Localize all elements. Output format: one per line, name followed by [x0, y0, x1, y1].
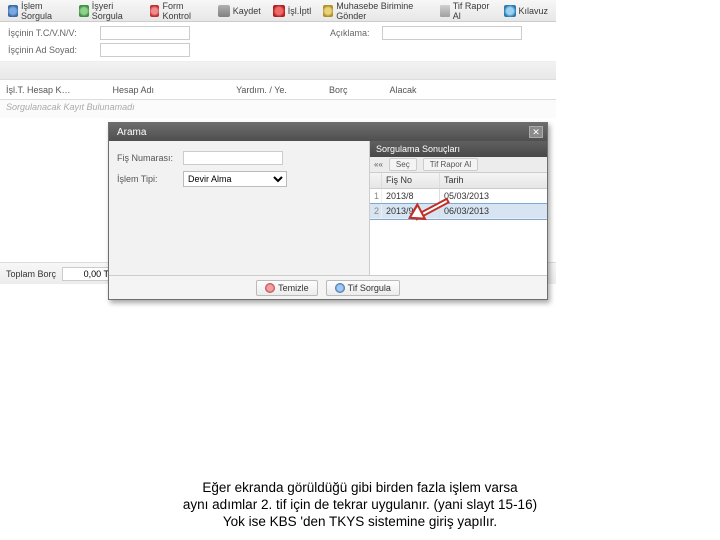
results-row[interactable]: 2 2013/9 06/03/2013: [370, 204, 547, 219]
grid-empty-hint: Sorgulanacak Kayıt Bulunamadı: [0, 100, 556, 118]
cell-tarih: 06/03/2013: [440, 204, 547, 218]
tckn-label: İşçinin T.C/V.N/V:: [8, 28, 96, 38]
results-rows: 1 2013/8 05/03/2013 2 2013/9 06/03/2013: [370, 189, 547, 275]
results-grid-header: Fiş No Tarih: [370, 173, 547, 189]
cell-tarih: 05/03/2013: [440, 189, 547, 203]
help-icon: [504, 5, 516, 17]
islem-label: İşlem Tipi:: [117, 174, 179, 184]
cancel-icon: [273, 5, 285, 17]
save-icon: [218, 5, 230, 17]
toolbar-iptal[interactable]: İşl.İptl: [267, 3, 318, 19]
aciklama-input[interactable]: [382, 26, 522, 40]
totals-label: Toplam Borç: [6, 269, 56, 279]
send-icon: [323, 5, 333, 17]
grid-col: Hesap Adı: [113, 85, 155, 95]
toolbar-label: Muhasebe Birimine Gönder: [336, 1, 427, 21]
toolbar: İşlem Sorgula İşyeri Sorgula Form Kontro…: [0, 0, 556, 22]
toolbar-label: Form Kontrol: [162, 1, 205, 21]
grid-header: İşl.T. Hesap K… Hesap Adı Yardım. / Ye. …: [0, 80, 556, 100]
building-icon: [79, 5, 89, 17]
toolbar-label: Kaydet: [233, 6, 261, 16]
dialog-titlebar: Arama ✕: [109, 123, 547, 141]
query-button[interactable]: Tif Sorgula: [326, 280, 400, 296]
toolbar-help[interactable]: Kılavuz: [498, 3, 555, 19]
toolbar-label: İşlem Sorgula: [21, 1, 67, 21]
totals-value: [62, 267, 112, 281]
grid-col: İşl.T. Hesap K…: [6, 85, 71, 95]
grid-col: Alacak: [389, 85, 416, 95]
grid-col: Yardım. / Ye.: [236, 85, 287, 95]
app-window: İşlem Sorgula İşyeri Sorgula Form Kontro…: [0, 0, 556, 330]
cell-fis: 2013/9: [382, 204, 440, 218]
fis-label: Fiş Numarası:: [117, 153, 179, 163]
results-panel: Sorgulama Sonuçları «« Seç Tif Rapor Al …: [369, 141, 547, 275]
toolbar-kbs[interactable]: Muhasebe Birimine Gönder: [317, 0, 433, 23]
form-strip: İşçinin T.C/V.N/V: İşçinin Ad Soyad: Açı…: [0, 22, 556, 62]
fis-input[interactable]: [183, 151, 283, 165]
aciklama-label: Açıklama:: [330, 28, 378, 38]
grid-col: Borç: [329, 85, 348, 95]
form-icon: [150, 5, 160, 17]
results-col-tarih: Tarih: [440, 173, 547, 188]
results-col-fisno: Fiş No: [382, 173, 440, 188]
toolbar-islem-sorgula[interactable]: İşlem Sorgula: [2, 0, 73, 23]
islem-select[interactable]: Devir Alma: [183, 171, 287, 187]
results-report-button[interactable]: Tif Rapor Al: [423, 158, 479, 171]
search-icon: [335, 283, 345, 293]
slide-caption: Eğer ekranda görüldüğü gibi birden fazla…: [0, 480, 720, 531]
clear-icon: [265, 283, 275, 293]
search-icon: [8, 5, 18, 17]
toolbar-label: İşl.İptl: [288, 6, 312, 16]
report-icon: [440, 5, 450, 17]
results-row[interactable]: 1 2013/8 05/03/2013: [370, 189, 547, 204]
cell-fis: 2013/8: [382, 189, 440, 203]
adsoyad-label: İşçinin Ad Soyad:: [8, 45, 96, 55]
toolbar-kaydet[interactable]: Kaydet: [212, 3, 267, 19]
dialog-title-text: Arama: [117, 127, 146, 138]
toolbar-label: İşyeri Sorgula: [92, 1, 138, 21]
toolbar-form-kontrol[interactable]: Form Kontrol: [144, 0, 212, 23]
tckn-input[interactable]: [100, 26, 190, 40]
results-title: Sorgulama Sonuçları: [370, 141, 547, 157]
caption-line: aynı adımlar 2. tif için de tekrar uygul…: [0, 497, 720, 514]
dialog-form: Fiş Numarası: İşlem Tipi: Devir Alma: [109, 141, 369, 275]
adsoyad-input[interactable]: [100, 43, 190, 57]
toolbar-label: Kılavuz: [519, 6, 549, 16]
dialog-close-button[interactable]: ✕: [529, 126, 543, 138]
toolbar-isyeri-sorgula[interactable]: İşyeri Sorgula: [73, 0, 144, 23]
toolbar-label: Tif Rapor Al: [453, 1, 492, 21]
caption-line: Eğer ekranda görüldüğü gibi birden fazla…: [0, 480, 720, 497]
search-dialog: Arama ✕ Fiş Numarası: İşlem Tipi: Devir …: [108, 122, 548, 300]
dialog-footer: Temizle Tif Sorgula: [109, 275, 547, 299]
results-select-button[interactable]: Seç: [389, 158, 417, 171]
close-icon: ✕: [532, 127, 540, 138]
toolbar-rapor[interactable]: Tif Rapor Al: [434, 0, 498, 23]
clear-button[interactable]: Temizle: [256, 280, 318, 296]
caption-line: Yok ise KBS 'den TKYS sistemine giriş ya…: [0, 514, 720, 531]
